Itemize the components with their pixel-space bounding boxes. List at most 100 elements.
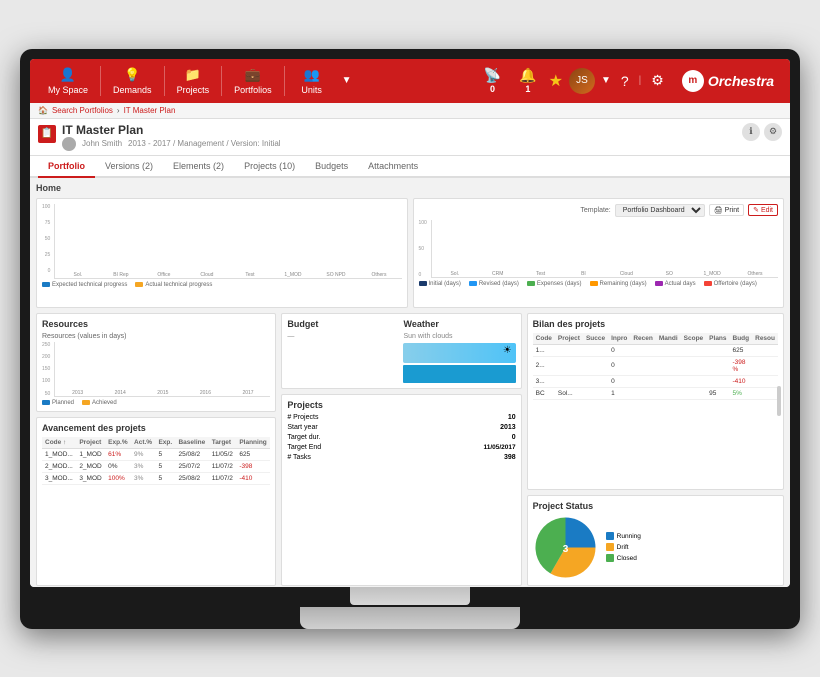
- th-bilan-budg: Budg: [730, 333, 753, 345]
- settings-page-button[interactable]: ⚙: [764, 123, 782, 141]
- td-code-1[interactable]: 2_MOD...: [42, 460, 76, 472]
- td-bilan-mandi-3: [656, 387, 681, 399]
- legend-dot-initial: [419, 281, 427, 286]
- td-planning-1: -398: [236, 460, 270, 472]
- tab-attachments[interactable]: Attachments: [358, 156, 428, 178]
- budget-mini-title: Budget: [287, 319, 399, 329]
- td-bilan-inpro-1: 0: [608, 356, 630, 375]
- td-bilan-code-0[interactable]: 1...: [533, 344, 555, 356]
- td-bilan-code-2[interactable]: 3...: [533, 375, 555, 387]
- td-baseline-1: 25/07/2: [175, 460, 208, 472]
- th-bilan-resou: Resou: [752, 333, 778, 345]
- settings-button[interactable]: ⚙: [647, 70, 668, 91]
- tab-versions[interactable]: Versions (2): [95, 156, 163, 178]
- info-button[interactable]: ℹ: [742, 123, 760, 141]
- breadcrumb-search[interactable]: Search Portfolios: [52, 106, 113, 115]
- td-bilan-resou-1: [752, 356, 778, 375]
- table-row: 3_MOD... 3_MOD 100% 3% 5 25/08/2 11/07/2…: [42, 472, 270, 484]
- nav-item-portfolios[interactable]: 💼 Portfolios: [224, 59, 282, 103]
- table-row: 1... 0 625: [533, 344, 778, 356]
- td-bilan-recen-1: [630, 356, 656, 375]
- weather-visual: ☀: [403, 343, 515, 363]
- td-bilan-scope-0: [681, 344, 707, 356]
- legend-dot-revised: [469, 281, 477, 286]
- bar-group-0: Sol.: [57, 270, 98, 278]
- nav-item-units[interactable]: 👥 Units: [287, 59, 337, 103]
- td-code-0[interactable]: 1_MOD...: [42, 448, 76, 460]
- bar-group-1: BI Rep: [100, 270, 141, 278]
- bilan-title: Bilan des projets: [533, 319, 778, 329]
- td-target-1: 11/07/2: [209, 460, 237, 472]
- td-bilan-budg-1: -398 %: [730, 356, 753, 375]
- tab-budgets[interactable]: Budgets: [305, 156, 358, 178]
- home-section-label: Home: [36, 183, 784, 193]
- th-bilan-recen: Recen: [630, 333, 656, 345]
- projects-item-1: Start year 2013: [287, 424, 515, 431]
- breadcrumb-current[interactable]: IT Master Plan: [124, 106, 176, 115]
- td-bilan-code-1[interactable]: 2...: [533, 356, 555, 375]
- right-bar-7: Others: [734, 266, 776, 277]
- tab-portfolio[interactable]: Portfolio: [38, 156, 95, 178]
- nav-label-projects: Projects: [177, 85, 210, 95]
- page-title-area: IT Master Plan John Smith 2013 - 2017 / …: [62, 123, 736, 151]
- user-avatar[interactable]: JS: [569, 68, 595, 94]
- right-chart-legend: Initial (days) Revised (days) Expenses (…: [419, 281, 779, 287]
- th-bilan-mandi: Mandi: [656, 333, 681, 345]
- notifications-rss[interactable]: 📡 0: [478, 65, 507, 96]
- edit-button[interactable]: ✎ Edit: [748, 204, 778, 216]
- scroll-indicator[interactable]: [777, 386, 781, 416]
- avancement-table: Code ↑ Project Exp.% Act.% Exp. Baseline…: [42, 437, 270, 485]
- legend-achieved: Achieved: [82, 400, 117, 406]
- proj-val-3: 11/05/2017: [483, 444, 515, 451]
- td-bilan-proj-0: [555, 344, 583, 356]
- th-target: Target: [209, 437, 237, 449]
- weather-title: Weather: [403, 319, 515, 329]
- nav-item-projects[interactable]: 📁 Projects: [167, 59, 220, 103]
- project-status-panel: Project Status 3: [527, 495, 784, 586]
- td-bilan-budg-2: -410: [730, 375, 753, 387]
- budget-chart-legend: Expected technical progress Actual techn…: [42, 282, 402, 288]
- page-title: IT Master Plan: [62, 123, 736, 137]
- legend-dot-offertoire: [704, 281, 712, 286]
- template-select[interactable]: Portfolio Dashboard: [615, 204, 705, 217]
- bilan-table-wrapper[interactable]: Code Project Succe Inpro Recen Mandi Sco…: [533, 333, 778, 482]
- pie-dot-drift: [606, 543, 614, 551]
- table-row: 2_MOD... 2_MOD 0% 3% 5 25/07/2 11/07/2 -…: [42, 460, 270, 472]
- td-code-2[interactable]: 3_MOD...: [42, 472, 76, 484]
- tab-elements[interactable]: Elements (2): [163, 156, 234, 178]
- legend-dot-planned: [42, 400, 50, 405]
- right-chart-panel: Template: Portfolio Dashboard 🖨 Print ✎ …: [413, 198, 785, 308]
- td-bilan-recen-2: [630, 375, 656, 387]
- res-bar-2017: 2017: [229, 389, 268, 396]
- td-bilan-mandi-1: [656, 356, 681, 375]
- nav-item-demands[interactable]: 💡 Demands: [103, 59, 162, 103]
- td-bilan-inpro-3: 1: [608, 387, 630, 399]
- budget-chart-panel: 100 75 50 25 0 Sol.: [36, 198, 408, 308]
- nav-item-myspace[interactable]: 👤 My Space: [38, 59, 98, 103]
- avatar-dropdown-icon[interactable]: ▼: [601, 75, 611, 86]
- top-charts-row: 100 75 50 25 0 Sol.: [36, 198, 784, 308]
- bilan-panel: Bilan des projets Code Project Succe Inp…: [527, 313, 784, 490]
- avancement-table-wrapper[interactable]: Code ↑ Project Exp.% Act.% Exp. Baseline…: [42, 437, 270, 578]
- proj-key-1: Start year: [287, 424, 317, 431]
- td-exp-val-1: 5: [155, 460, 175, 472]
- th-exp-val: Exp.: [155, 437, 175, 449]
- proj-val-2: 0: [512, 434, 516, 441]
- nav-dropdown-arrow[interactable]: ▼: [337, 59, 357, 103]
- tab-projects[interactable]: Projects (10): [234, 156, 305, 178]
- td-name-1: 2_MOD: [76, 460, 105, 472]
- favorites-icon[interactable]: ★: [549, 71, 563, 91]
- help-button[interactable]: ?: [617, 71, 633, 91]
- bottom-row: Resources Resources (values in days) 250…: [36, 313, 784, 586]
- avancement-tbody: 1_MOD... 1_MOD 61% 9% 5 25/08/2 11/05/2 …: [42, 448, 270, 484]
- notifications-bell[interactable]: 🔔 1: [513, 65, 542, 96]
- nav-label-demands: Demands: [113, 85, 152, 95]
- th-code: Code ↑: [42, 437, 76, 449]
- pie-label-running: Running: [617, 533, 641, 540]
- print-button[interactable]: 🖨 Print: [709, 204, 744, 216]
- td-exp-pct-2: 100%: [105, 472, 131, 484]
- td-act-pct-2: 3%: [131, 472, 155, 484]
- td-bilan-succe-1: [583, 356, 608, 375]
- td-bilan-code-3[interactable]: BC: [533, 387, 555, 399]
- projects-list: # Projects 10 Start year 2013 Target dur…: [287, 414, 515, 461]
